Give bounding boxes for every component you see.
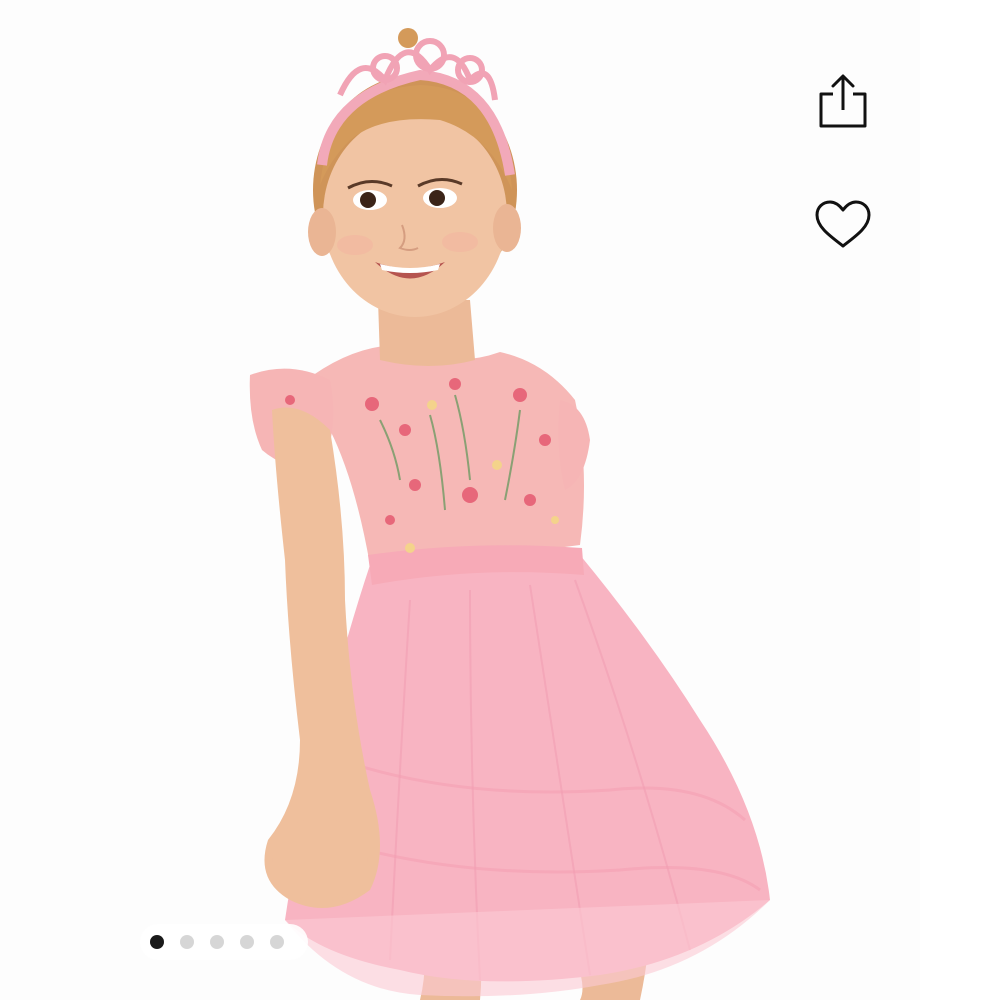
carousel-dot-4[interactable]	[240, 935, 254, 949]
carousel-dot-1[interactable]	[150, 935, 164, 949]
favorite-button[interactable]	[808, 190, 878, 260]
face-shape	[323, 113, 507, 317]
carousel-dot-5[interactable]	[270, 935, 284, 949]
carousel-dot-2[interactable]	[180, 935, 194, 949]
product-image-gallery[interactable]	[0, 0, 1000, 1000]
left-ear-shape	[308, 208, 336, 256]
product-photo[interactable]	[0, 0, 1000, 1000]
left-eye-iris	[360, 192, 376, 208]
heart-outline-icon	[815, 200, 871, 248]
carousel-dots	[140, 924, 308, 960]
left-hand-shape	[272, 818, 368, 902]
share-icon	[819, 74, 867, 128]
right-ear-shape	[493, 204, 521, 252]
share-button[interactable]	[808, 66, 878, 136]
right-eye-iris	[429, 190, 445, 206]
carousel-dot-3[interactable]	[210, 935, 224, 949]
